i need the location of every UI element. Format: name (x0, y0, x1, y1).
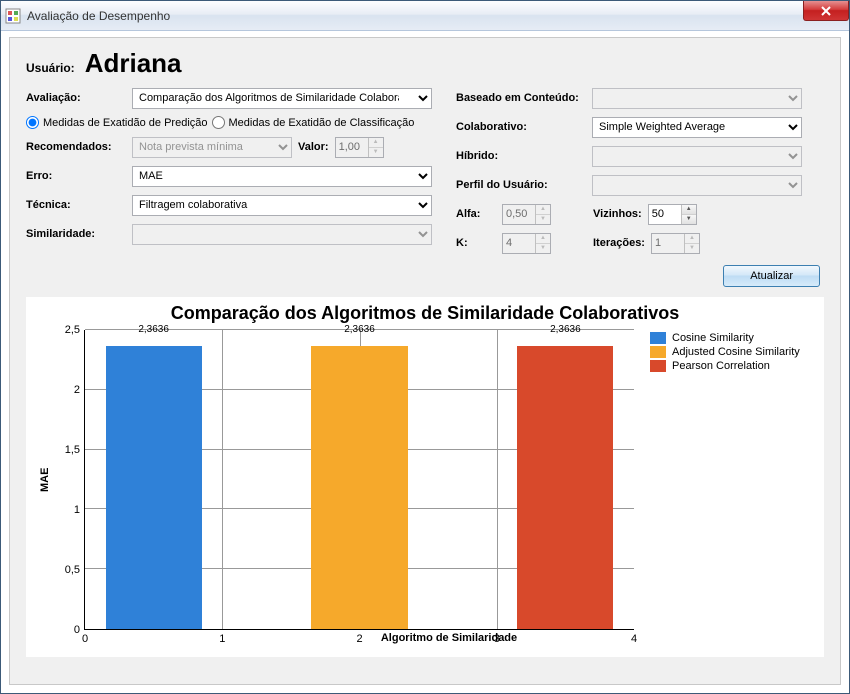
conteudo-label: Baseado em Conteúdo: (456, 92, 586, 104)
similaridade-select (132, 224, 432, 245)
vizinhos-label: Vizinhos: (593, 208, 642, 220)
legend-label: Pearson Correlation (672, 360, 770, 372)
radio-predicao-input[interactable] (26, 116, 39, 129)
valor-spinner: ▲▼ (335, 137, 384, 158)
spin-up-icon: ▲ (536, 234, 550, 244)
avaliacao-select[interactable]: Comparação dos Algoritmos de Similaridad… (132, 88, 432, 109)
tecnica-label: Técnica: (26, 199, 126, 211)
titlebar: Avaliação de Desempenho (1, 1, 849, 31)
spin-up-icon: ▲ (369, 138, 383, 148)
k-spinner: ▲▼ (502, 233, 551, 254)
valor-input (336, 138, 368, 157)
recomendados-select: Nota prevista mínima (132, 137, 292, 158)
hibrido-label: Híbrido: (456, 150, 586, 162)
chart-ylabel: MAE (36, 330, 54, 630)
iteracoes-input (652, 234, 684, 253)
chart-bar-label: 2,3636 (138, 324, 169, 335)
user-name: Adriana (85, 48, 182, 79)
similaridade-label: Similaridade: (26, 228, 126, 240)
spin-up-icon[interactable]: ▲ (682, 205, 696, 215)
alfa-input (503, 205, 535, 224)
chart-ytick: 0 (74, 624, 80, 636)
radio-classificacao[interactable]: Medidas de Exatidão de Classificação (212, 116, 415, 129)
chart-ytick: 1,5 (65, 444, 80, 456)
chart-legend-item: Cosine Similarity (650, 332, 814, 344)
close-button[interactable] (803, 1, 849, 21)
alfa-label: Alfa: (456, 208, 496, 220)
tecnica-select[interactable]: Filtragem colaborativa (132, 195, 432, 216)
valor-label: Valor: (298, 141, 329, 153)
chart-ytick: 2,5 (65, 324, 80, 336)
erro-label: Erro: (26, 170, 126, 182)
chart-yaxis: 00,511,522,5 (54, 330, 84, 630)
legend-label: Adjusted Cosine Similarity (672, 346, 800, 358)
colaborativo-label: Colaborativo: (456, 121, 586, 133)
spin-down-icon: ▼ (685, 244, 699, 253)
perfil-label: Perfil do Usuário: (456, 179, 586, 191)
chart-bar (517, 346, 613, 629)
user-label: Usuário: (26, 61, 75, 75)
chart-ytick: 1 (74, 504, 80, 516)
hibrido-select (592, 146, 802, 167)
chart-bar (311, 346, 407, 629)
chart-legend-item: Adjusted Cosine Similarity (650, 346, 814, 358)
radio-predicao[interactable]: Medidas de Exatidão de Predição (26, 116, 208, 129)
legend-swatch-icon (650, 346, 666, 358)
vizinhos-input[interactable] (649, 205, 681, 224)
chart-bar (106, 346, 202, 629)
chart: Comparação dos Algoritmos de Similaridad… (26, 297, 824, 657)
chart-legend-item: Pearson Correlation (650, 360, 814, 372)
window-title: Avaliação de Desempenho (27, 9, 170, 23)
vizinhos-spinner[interactable]: ▲▼ (648, 204, 697, 225)
erro-select[interactable]: MAE (132, 166, 432, 187)
chart-xtick: 0 (82, 633, 88, 645)
chart-bar-label: 2,3636 (344, 324, 375, 335)
chart-plot-area: 012342,36362,36362,3636 (84, 330, 634, 630)
legend-label: Cosine Similarity (672, 332, 754, 344)
chart-xlabel: Algoritmo de Similaridade (84, 632, 814, 644)
chart-xtick: 4 (631, 633, 637, 645)
chart-xtick: 3 (494, 633, 500, 645)
atualizar-button[interactable]: Atualizar (723, 265, 820, 287)
chart-title: Comparação dos Algoritmos de Similaridad… (36, 303, 814, 324)
chart-bar-label: 2,3636 (550, 324, 581, 335)
perfil-select (592, 175, 802, 196)
content-panel: Usuário: Adriana Avaliação: Comparação d… (9, 37, 841, 685)
spin-up-icon: ▲ (685, 234, 699, 244)
iteracoes-label: Iterações: (593, 237, 645, 249)
spin-down-icon: ▼ (536, 215, 550, 224)
app-icon (5, 8, 21, 24)
chart-legend: Cosine Similarity Adjusted Cosine Similar… (634, 330, 814, 630)
k-input (503, 234, 535, 253)
legend-swatch-icon (650, 360, 666, 372)
spin-down-icon[interactable]: ▼ (682, 215, 696, 224)
radio-classificacao-input[interactable] (212, 116, 225, 129)
legend-swatch-icon (650, 332, 666, 344)
conteudo-select (592, 88, 802, 109)
alfa-spinner: ▲▼ (502, 204, 551, 225)
window-frame: Avaliação de Desempenho Usuário: Adriana… (0, 0, 850, 694)
spin-up-icon: ▲ (536, 205, 550, 215)
iteracoes-spinner: ▲▼ (651, 233, 700, 254)
avaliacao-label: Avaliação: (26, 92, 126, 104)
spin-down-icon: ▼ (369, 148, 383, 157)
k-label: K: (456, 237, 496, 249)
colaborativo-select[interactable]: Simple Weighted Average (592, 117, 802, 138)
recomendados-label: Recomendados: (26, 141, 126, 153)
chart-ytick: 0,5 (65, 564, 80, 576)
chart-xtick: 2 (356, 633, 362, 645)
spin-down-icon: ▼ (536, 244, 550, 253)
chart-xtick: 1 (219, 633, 225, 645)
chart-ytick: 2 (74, 384, 80, 396)
